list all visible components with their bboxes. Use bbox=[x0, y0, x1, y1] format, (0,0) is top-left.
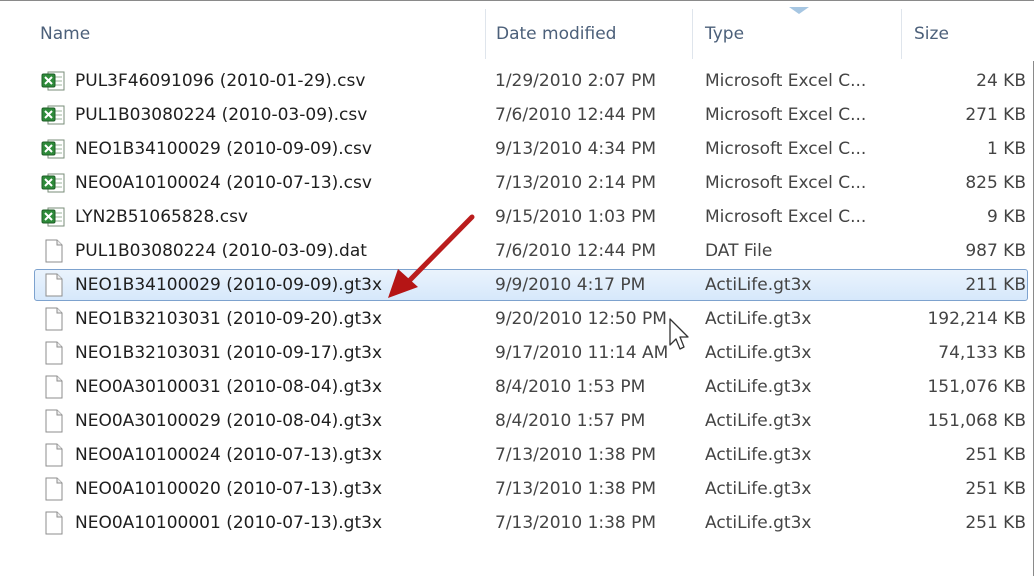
excel-csv-icon bbox=[40, 137, 66, 161]
file-row[interactable]: LYN2B51065828.csv 9/15/2010 1:03 PM Micros… bbox=[0, 200, 1034, 234]
file-type: ActiLife.gt3x bbox=[705, 309, 812, 329]
column-divider[interactable] bbox=[901, 9, 902, 59]
file-date-modified: 7/13/2010 1:38 PM bbox=[495, 479, 657, 499]
blank-file-icon bbox=[40, 443, 66, 467]
file-type: ActiLife.gt3x bbox=[705, 445, 812, 465]
column-divider[interactable] bbox=[485, 9, 486, 59]
file-row[interactable]: PUL3F46091096 (2010-01-29).csv 1/29/2010 … bbox=[0, 64, 1034, 98]
blank-file-icon bbox=[40, 239, 66, 263]
file-date-modified: 8/4/2010 1:57 PM bbox=[495, 411, 646, 431]
file-type: DAT File bbox=[705, 241, 773, 261]
file-size: 271 KB bbox=[965, 105, 1026, 125]
file-name: PUL1B03080224 (2010-03-09).dat bbox=[75, 241, 367, 261]
file-date-modified: 9/13/2010 4:34 PM bbox=[495, 139, 657, 159]
blank-file-icon bbox=[40, 511, 66, 535]
file-size: 24 KB bbox=[976, 71, 1026, 91]
file-name: LYN2B51065828.csv bbox=[75, 207, 248, 227]
blank-file-icon bbox=[40, 307, 66, 331]
excel-csv-icon bbox=[40, 205, 66, 229]
file-date-modified: 7/13/2010 2:14 PM bbox=[495, 173, 657, 193]
file-date-modified: 1/29/2010 2:07 PM bbox=[495, 71, 657, 91]
blank-file-icon bbox=[40, 477, 66, 501]
blank-file-icon bbox=[40, 273, 66, 297]
file-date-modified: 9/17/2010 11:14 AM bbox=[495, 343, 669, 363]
file-size: 825 KB bbox=[965, 173, 1026, 193]
file-name: NEO0A10100001 (2010-07-13).gt3x bbox=[75, 513, 383, 533]
file-type: ActiLife.gt3x bbox=[705, 479, 812, 499]
file-size: 151,076 KB bbox=[927, 377, 1026, 397]
file-date-modified: 7/13/2010 1:38 PM bbox=[495, 445, 657, 465]
file-row[interactable]: NEO0A30100031 (2010-08-04).gt3x 8/4/2010 … bbox=[0, 370, 1034, 404]
file-name: NEO1B32103031 (2010-09-20).gt3x bbox=[75, 309, 383, 329]
file-type: ActiLife.gt3x bbox=[705, 343, 812, 363]
file-name: NEO1B32103031 (2010-09-17).gt3x bbox=[75, 343, 383, 363]
file-row[interactable]: NEO1B34100029 (2010-09-09).gt3x 9/9/2010 … bbox=[0, 268, 1034, 302]
file-date-modified: 9/9/2010 4:17 PM bbox=[495, 275, 646, 295]
file-size: 192,214 KB bbox=[927, 309, 1026, 329]
file-type: Microsoft Excel C... bbox=[705, 139, 867, 159]
file-date-modified: 9/15/2010 1:03 PM bbox=[495, 207, 657, 227]
excel-csv-icon bbox=[40, 171, 66, 195]
file-date-modified: 7/6/2010 12:44 PM bbox=[495, 241, 657, 261]
file-name: NEO0A30100029 (2010-08-04).gt3x bbox=[75, 411, 383, 431]
file-type: Microsoft Excel C... bbox=[705, 71, 867, 91]
file-size: 251 KB bbox=[965, 445, 1026, 465]
file-row[interactable]: NEO0A10100024 (2010-07-13).csv 7/13/2010 … bbox=[0, 166, 1034, 200]
blank-file-icon bbox=[40, 375, 66, 399]
file-row[interactable]: NEO1B32103031 (2010-09-20).gt3x 9/20/2010… bbox=[0, 302, 1034, 336]
file-size: 987 KB bbox=[965, 241, 1026, 261]
file-name: NEO1B34100029 (2010-09-09).csv bbox=[75, 139, 372, 159]
file-date-modified: 8/4/2010 1:53 PM bbox=[495, 377, 646, 397]
file-type: Microsoft Excel C... bbox=[705, 105, 867, 125]
file-name: PUL3F46091096 (2010-01-29).csv bbox=[75, 71, 366, 91]
file-type: ActiLife.gt3x bbox=[705, 275, 812, 295]
file-date-modified: 7/6/2010 12:44 PM bbox=[495, 105, 657, 125]
file-type: ActiLife.gt3x bbox=[705, 513, 812, 533]
excel-csv-icon bbox=[40, 103, 66, 127]
file-date-modified: 7/13/2010 1:38 PM bbox=[495, 513, 657, 533]
file-name: NEO1B34100029 (2010-09-09).gt3x bbox=[75, 275, 383, 295]
file-row[interactable]: NEO0A30100029 (2010-08-04).gt3x 8/4/2010 … bbox=[0, 404, 1034, 438]
file-name: NEO0A10100024 (2010-07-13).gt3x bbox=[75, 445, 383, 465]
file-size: 1 KB bbox=[986, 139, 1026, 159]
excel-csv-icon bbox=[40, 69, 66, 93]
file-size: 9 KB bbox=[986, 207, 1026, 227]
file-row[interactable]: PUL1B03080224 (2010-03-09).dat 7/6/2010 1… bbox=[0, 234, 1034, 268]
file-row[interactable]: PUL1B03080224 (2010-03-09).csv 7/6/2010 1… bbox=[0, 98, 1034, 132]
file-type: ActiLife.gt3x bbox=[705, 411, 812, 431]
file-date-modified: 9/20/2010 12:50 PM bbox=[495, 309, 667, 329]
file-name: PUL1B03080224 (2010-03-09).csv bbox=[75, 105, 368, 125]
file-type: Microsoft Excel C... bbox=[705, 207, 867, 227]
column-divider[interactable] bbox=[692, 9, 693, 59]
column-header-name[interactable]: Name bbox=[40, 1, 485, 61]
file-size: 211 KB bbox=[965, 275, 1026, 295]
file-name: NEO0A10100024 (2010-07-13).csv bbox=[75, 173, 372, 193]
file-row[interactable]: NEO1B32103031 (2010-09-17).gt3x 9/17/2010… bbox=[0, 336, 1034, 370]
blank-file-icon bbox=[40, 409, 66, 433]
file-size: 151,068 KB bbox=[927, 411, 1026, 431]
file-row[interactable]: NEO1B34100029 (2010-09-09).csv 9/13/2010 … bbox=[0, 132, 1034, 166]
file-size: 251 KB bbox=[965, 513, 1026, 533]
file-name: NEO0A30100031 (2010-08-04).gt3x bbox=[75, 377, 383, 397]
file-row[interactable]: NEO0A10100020 (2010-07-13).gt3x 7/13/2010… bbox=[0, 472, 1034, 506]
file-size: 251 KB bbox=[965, 479, 1026, 499]
file-list-window: Name Date modified Type Size PUL3F460910… bbox=[0, 0, 1034, 576]
file-row[interactable]: NEO0A10100024 (2010-07-13).gt3x 7/13/2010… bbox=[0, 438, 1034, 472]
file-type: Microsoft Excel C... bbox=[705, 173, 867, 193]
column-header-size[interactable]: Size bbox=[914, 1, 1024, 61]
file-type: ActiLife.gt3x bbox=[705, 377, 812, 397]
column-header-type[interactable]: Type bbox=[705, 1, 900, 61]
file-row[interactable]: NEO0A10100001 (2010-07-13).gt3x 7/13/2010… bbox=[0, 506, 1034, 540]
file-name: NEO0A10100020 (2010-07-13).gt3x bbox=[75, 479, 383, 499]
file-size: 74,133 KB bbox=[938, 343, 1026, 363]
column-header-bar: Name Date modified Type Size bbox=[0, 1, 1034, 61]
column-header-date-modified[interactable]: Date modified bbox=[496, 1, 691, 61]
blank-file-icon bbox=[40, 341, 66, 365]
